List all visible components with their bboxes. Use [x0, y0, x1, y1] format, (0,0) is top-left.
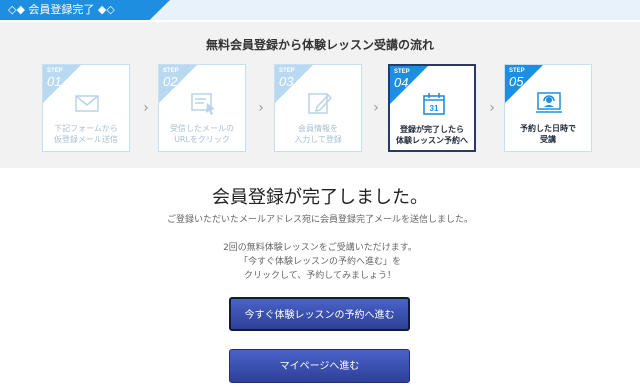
step-label: 下記フォームから 仮登録メール送信 [54, 124, 118, 144]
page-title: ◇◆ 会員登録完了 ◆◇ [0, 0, 170, 20]
step-number: 01 [47, 74, 62, 89]
step-number: 03 [279, 74, 294, 89]
flow-title: 無料会員登録から体験レッスン受講の流れ [205, 38, 434, 52]
envelope-icon [75, 95, 99, 112]
completion-subtitle: ご登録いただいたメールアドレス宛に会員登録完了メールを送信しました。 [166, 215, 473, 225]
mypage-button[interactable]: マイページへ進む [229, 349, 410, 383]
step-3: STEP 03 会員情報を 入力して登録 [274, 64, 362, 152]
step-1: STEP 01 下記フォームから 仮登録メール送信 [42, 64, 130, 152]
step-label: 受信したメールの URLをクリック [170, 124, 234, 144]
step-label: 予約した日時で 受講 [520, 124, 576, 144]
svg-text:31: 31 [430, 104, 439, 113]
chevron-right-icon: › [373, 100, 379, 116]
flow-section: 無料会員登録から体験レッスン受講の流れ STEP 01 下記フォームから 仮登録メ… [0, 22, 640, 168]
click-icon [191, 93, 215, 115]
step-5: STEP 05 予約した日時で 受講 [504, 64, 592, 152]
step-label: 登録が完了したら 体験レッスン予約へ [396, 125, 468, 145]
reserve-lesson-button[interactable]: 今すぐ体験レッスンの予約へ進む [229, 297, 410, 331]
chevron-right-icon: › [489, 100, 495, 116]
step-number: 05 [509, 74, 524, 89]
info-text: 2回の無料体験レッスンをご受講いただけます。 「今すぐ体験レッスンの予約へ進む」… [223, 243, 417, 281]
step-number: 04 [394, 75, 409, 90]
step-2: STEP 02 受信したメールの URLをクリック [158, 64, 246, 152]
chevron-right-icon: › [258, 100, 264, 116]
chevron-right-icon: › [143, 100, 149, 116]
step-number: 02 [163, 74, 178, 89]
pencil-icon [308, 93, 333, 114]
headset-icon [536, 92, 562, 113]
header-bar: ◇◆ 会員登録完了 ◆◇ [0, 0, 640, 20]
calendar-icon: 31 [423, 93, 445, 115]
step-label: 会員情報を 入力して登録 [294, 124, 342, 144]
completion-title: 会員登録が完了しました。 [212, 187, 428, 208]
step-4: STEP 04 31 登録が完了したら 体験レッスン予約へ [388, 64, 476, 152]
